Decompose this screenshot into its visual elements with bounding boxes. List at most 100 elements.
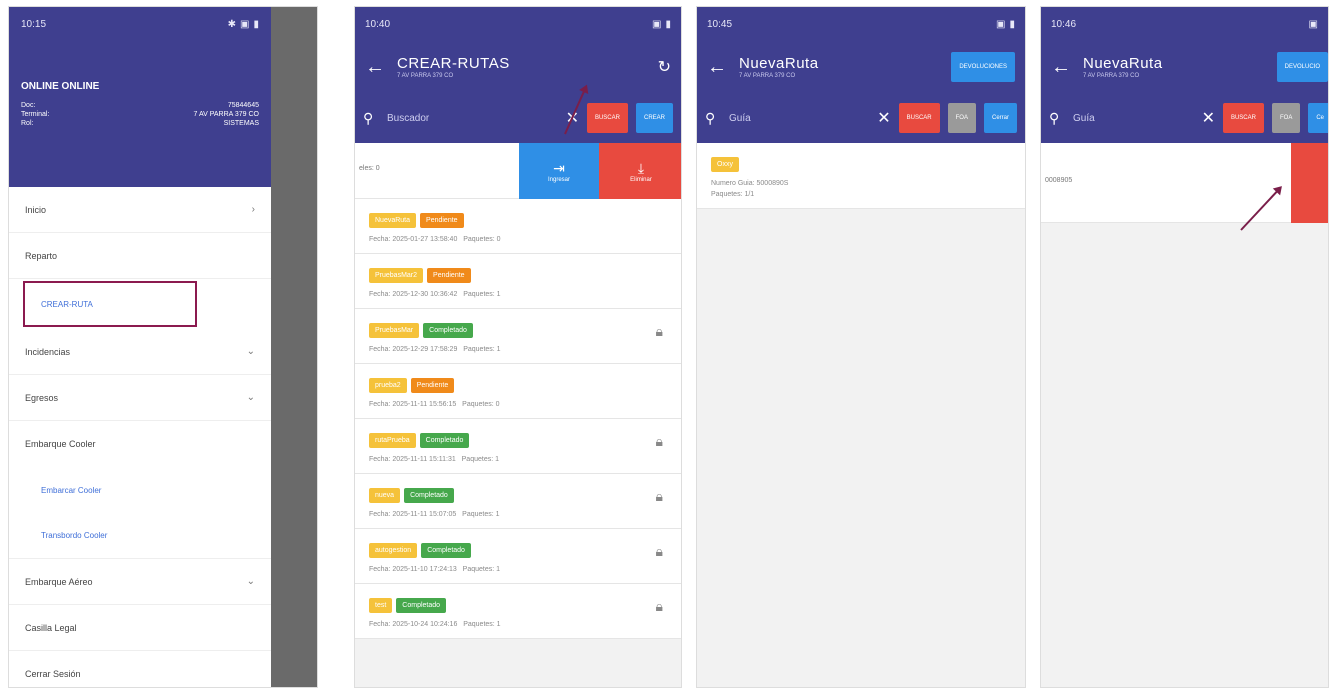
route-date: Fecha: 2025-11-10 17:24:13: [369, 566, 457, 573]
route-name-tag: autogestion: [369, 543, 418, 558]
foa-button[interactable]: FOA: [947, 103, 976, 133]
route-name-tag: prueba2: [369, 378, 407, 393]
rol-label: Rol:: [21, 120, 34, 127]
guide-item[interactable]: Oxxy Numero Guia: 5000890S Paquetes: 1/1: [697, 143, 1025, 209]
status-bar: 10:46 ▣: [1041, 7, 1328, 41]
route-packages: Paquetes: 0: [463, 236, 501, 243]
crear-button[interactable]: CREAR: [635, 103, 673, 133]
menu-reparto[interactable]: Reparto: [9, 233, 271, 279]
route-card[interactable]: nueva Completado Fecha: 2025-11-11 15:07:0…: [355, 474, 681, 529]
swiped-row-text: eles: 0: [359, 165, 380, 172]
route-name-tag: PruebasMar2: [369, 268, 424, 283]
page-title: CREAR-RUTAS: [397, 55, 510, 72]
route-status-badge: Pendiente: [427, 268, 471, 283]
menu-cerrar-sesion[interactable]: Cerrar Sesión: [9, 651, 271, 687]
drawer-header: 10:15 ✱ ▣ ▮ ONLINE ONLINE Doc: 75844645 Ter…: [9, 7, 271, 187]
chevron-down-icon: ⌄: [246, 392, 255, 403]
menu-casilla-legal[interactable]: Casilla Legal: [9, 605, 271, 651]
page-subtitle: 7 AV PARRA 379 CO: [739, 73, 796, 79]
user-name: ONLINE ONLINE: [21, 81, 100, 92]
lock-icon: 🔒︎: [655, 598, 663, 614]
route-date: Fecha: 2025-01-27 13:58:40: [369, 236, 458, 243]
route-date: Fecha: 2025-12-29 17:58:29: [369, 346, 458, 353]
route-status-badge: Pendiente: [420, 213, 464, 228]
route-card[interactable]: rutaPrueba Completado Fecha: 2025-11-11 15…: [355, 419, 681, 474]
menu-crear-ruta[interactable]: CREAR-RUTA: [23, 281, 197, 327]
title-block: NuevaRuta 7 AV PARRA 379 CO: [1083, 55, 1277, 79]
navigation-drawer: 10:15 ✱ ▣ ▮ ONLINE ONLINE Doc: 75844645 Ter…: [9, 7, 271, 687]
route-date: Fecha: 2025-11-11 15:56:15: [369, 401, 457, 408]
route-status-badge: Completado: [421, 543, 471, 558]
menu-embarque-cooler[interactable]: Embarque Cooler: [9, 421, 271, 467]
title-block: NuevaRuta 7 AV PARRA 379 CO: [739, 55, 951, 79]
status-time: 10:40: [365, 18, 391, 30]
menu-transbordo-cooler[interactable]: Transbordo Cooler: [9, 513, 271, 559]
page-subtitle: 7 AV PARRA 379 CO: [397, 73, 454, 79]
route-card[interactable]: prueba2 Pendiente Fecha: 2025-11-11 15:56:…: [355, 364, 681, 419]
route-status-badge: Completado: [419, 433, 470, 448]
route-card[interactable]: test Completado Fecha: 2025-10-24 10:24:16…: [355, 584, 681, 639]
buscar-button[interactable]: BUSCAR: [898, 103, 940, 133]
menu-inicio[interactable]: Inicio ›: [9, 187, 271, 233]
rol-value: SISTEMAS: [223, 120, 259, 127]
route-meta: Fecha: 2025-11-11 15:07:05 Paquetes: 1: [369, 511, 667, 518]
buscar-button[interactable]: BUSCAR: [586, 103, 628, 133]
devoluciones-button[interactable]: DEVOLUCIONES: [951, 52, 1015, 82]
route-packages: Paquetes: 1: [462, 566, 501, 573]
buscar-button[interactable]: BUSCAR: [1222, 103, 1264, 133]
ingresar-action[interactable]: ⇥ Ingresar: [519, 143, 599, 199]
status-time: 10:45: [707, 18, 733, 30]
route-packages: Paquetes: 1: [463, 346, 501, 353]
route-card[interactable]: autogestion Completado Fecha: 2025-11-10 1…: [355, 529, 681, 584]
download-icon: ⤓: [637, 159, 645, 176]
menu-embarque-aereo[interactable]: Embarque Aéreo ⌄: [9, 559, 271, 605]
route-card[interactable]: NuevaRuta Pendiente Fecha: 2025-01-27 13:5…: [355, 199, 681, 254]
route-packages: Paquetes: 1: [462, 511, 500, 518]
menu-incidencias[interactable]: Incidencias ⌄: [9, 329, 271, 375]
route-name-tag: rutaPrueba: [369, 433, 416, 448]
refresh-icon[interactable]: ↻: [658, 57, 671, 77]
cerrar-button[interactable]: Cerrar: [983, 103, 1017, 133]
phone-screen-menu: 10:15 ✱ ▣ ▮ ONLINE ONLINE Doc: 75844645 Ter…: [8, 6, 318, 688]
cerrar-button[interactable]: Ce: [1308, 103, 1328, 133]
drawer-scrim[interactable]: [271, 7, 317, 687]
terminal-label: Terminal:: [21, 111, 50, 118]
route-meta: Fecha: 2025-11-11 15:56:15 Paquetes: 0: [369, 401, 667, 408]
route-meta: Fecha: 2025-11-11 15:11:31 Paquetes: 1: [369, 456, 667, 463]
route-card[interactable]: PruebasMar2 Pendiente Fecha: 2025-12-30 10…: [355, 254, 681, 309]
guide-number: Numero Guia: 5000890S: [711, 180, 789, 187]
chevron-down-icon: ⌄: [246, 346, 255, 357]
lock-icon: 🔒︎: [655, 433, 663, 449]
route-packages: Paquetes: 1: [461, 456, 500, 463]
clear-icon[interactable]: ✕: [877, 108, 890, 128]
back-arrow-icon[interactable]: ←: [365, 56, 397, 79]
route-status-badge: Completado: [396, 598, 447, 613]
route-card[interactable]: PruebasMar Completado Fecha: 2025-12-29 17…: [355, 309, 681, 364]
eliminar-action[interactable]: [1291, 143, 1328, 223]
guide-packages: Paquetes: 1/1: [711, 191, 755, 198]
status-icons: ▣: [1308, 18, 1318, 30]
foa-button[interactable]: FOA: [1271, 103, 1301, 133]
menu-egresos[interactable]: Egresos ⌄: [9, 375, 271, 421]
route-status-badge: Pendiente: [410, 378, 455, 393]
lock-icon: 🔒︎: [655, 488, 663, 504]
eliminar-action[interactable]: ⤓ Eliminar: [599, 143, 681, 199]
guia-input[interactable]: Guía: [729, 113, 869, 124]
guia-input[interactable]: Guía: [1073, 113, 1194, 124]
status-icons: ▣ ▮: [996, 18, 1015, 30]
route-meta: Fecha: 2025-12-29 17:58:29 Paquetes: 1: [369, 346, 667, 353]
back-arrow-icon[interactable]: ←: [707, 56, 739, 79]
route-meta: Fecha: 2025-10-24 10:24:16 Paquetes: 1: [369, 621, 667, 628]
page-title: NuevaRuta: [739, 55, 819, 72]
back-arrow-icon[interactable]: ←: [1051, 56, 1083, 79]
devoluciones-button[interactable]: DEVOLUCIO: [1276, 52, 1328, 82]
route-status-badge: Completado: [404, 488, 454, 503]
doc-value: 75844645: [227, 102, 259, 109]
search-input[interactable]: Buscador: [387, 113, 558, 124]
lock-icon: 🔒︎: [655, 543, 663, 559]
route-date: Fecha: 2025-12-30 10:36:42: [369, 291, 458, 298]
route-meta: Fecha: 2025-11-10 17:24:13 Paquetes: 1: [369, 566, 667, 573]
clear-icon[interactable]: ✕: [1202, 108, 1215, 128]
menu-embarcar-cooler[interactable]: Embarcar Cooler: [9, 467, 271, 513]
page-title: NuevaRuta: [1083, 55, 1163, 72]
